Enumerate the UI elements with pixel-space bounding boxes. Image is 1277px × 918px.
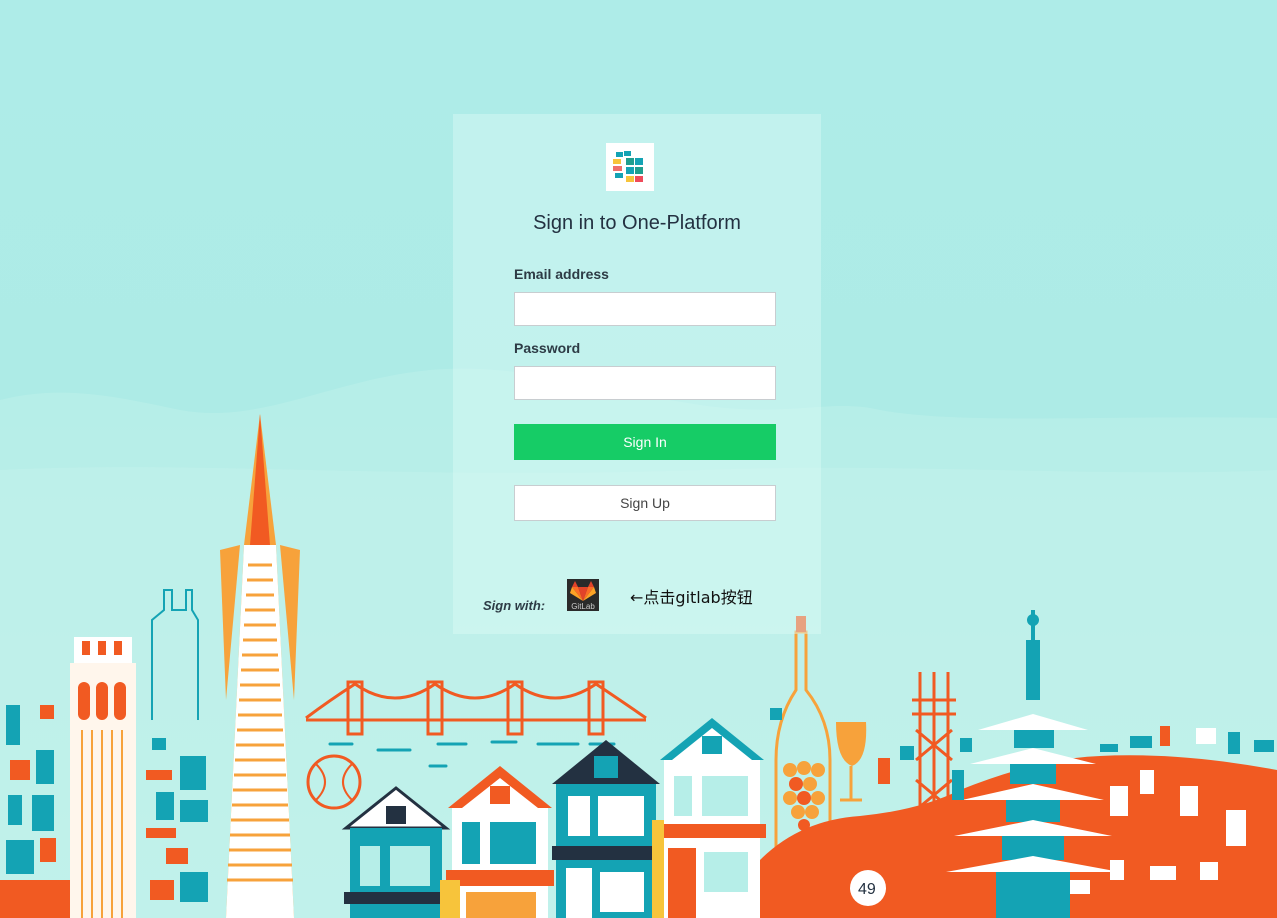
gitlab-icon-text: GitLab — [571, 602, 595, 611]
gitlab-login-button[interactable]: GitLab — [567, 579, 599, 611]
sign-up-button[interactable]: Sign Up — [514, 485, 776, 521]
gitlab-icon: GitLab — [570, 581, 596, 611]
page-title: Sign in to One-Platform — [533, 212, 741, 234]
email-field[interactable] — [514, 292, 776, 326]
sign-with-label: Sign with: — [483, 598, 546, 613]
gitlab-hint-annotation: ←点击gitlab按钮 — [630, 588, 753, 607]
one-platform-logo-icon — [606, 143, 654, 191]
email-label: Email address — [514, 266, 609, 282]
password-label: Password — [514, 340, 581, 356]
svg-text:49: 49 — [858, 881, 876, 898]
password-field[interactable] — [514, 366, 776, 400]
sign-in-button[interactable]: Sign In — [514, 424, 776, 460]
